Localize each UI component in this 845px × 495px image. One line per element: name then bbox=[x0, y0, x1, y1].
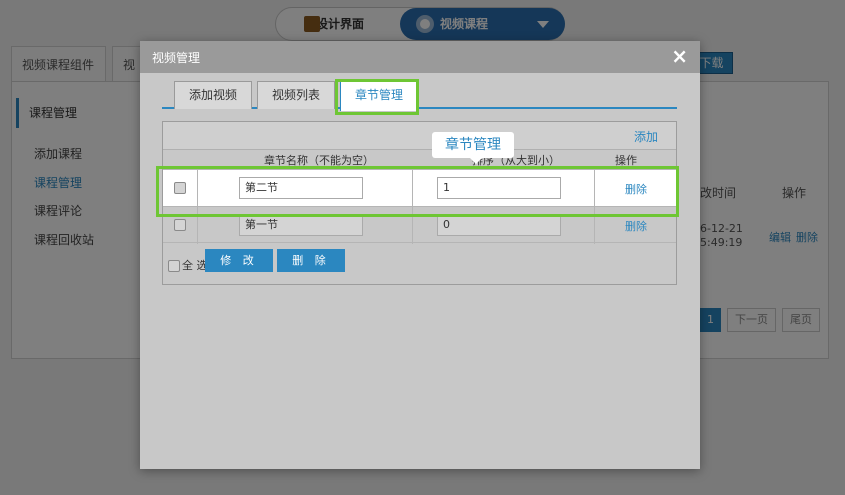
delete-button[interactable]: 删 除 bbox=[277, 249, 345, 272]
dialog-header: 视频管理 × bbox=[140, 41, 700, 73]
tab-video-list[interactable]: 视频列表 bbox=[257, 81, 335, 109]
sort-order-input[interactable]: 0 bbox=[437, 214, 561, 236]
select-all-label: 全 选 bbox=[182, 259, 208, 272]
select-all-checkbox[interactable] bbox=[168, 260, 180, 272]
row-checkbox[interactable] bbox=[174, 219, 186, 231]
dialog-title: 视频管理 bbox=[152, 51, 201, 65]
table-toolbar: 添加 bbox=[163, 122, 676, 150]
close-icon[interactable]: × bbox=[671, 44, 688, 68]
annotation-tooltip: 章节管理 bbox=[432, 132, 514, 158]
dialog-tabs: 添加视频 视频列表 章节管理 bbox=[162, 77, 677, 111]
tab-add-video[interactable]: 添加视频 bbox=[174, 81, 252, 109]
chapter-name-input[interactable]: 第一节 bbox=[239, 214, 363, 236]
row-highlight-box bbox=[156, 166, 679, 217]
tab-highlight-box bbox=[335, 79, 419, 115]
table-footer: 全 选 修 改 删 除 bbox=[163, 242, 676, 284]
tooltip-pointer bbox=[470, 158, 482, 164]
row-delete-link[interactable]: 删除 bbox=[625, 218, 647, 234]
add-chapter-link[interactable]: 添加 bbox=[634, 128, 658, 145]
select-all[interactable]: 全 选 bbox=[168, 257, 208, 273]
edit-button[interactable]: 修 改 bbox=[205, 249, 273, 272]
video-manage-dialog: 视频管理 × 添加视频 视频列表 章节管理 添加 章节名称（不能为空） 排序（从… bbox=[140, 41, 700, 469]
